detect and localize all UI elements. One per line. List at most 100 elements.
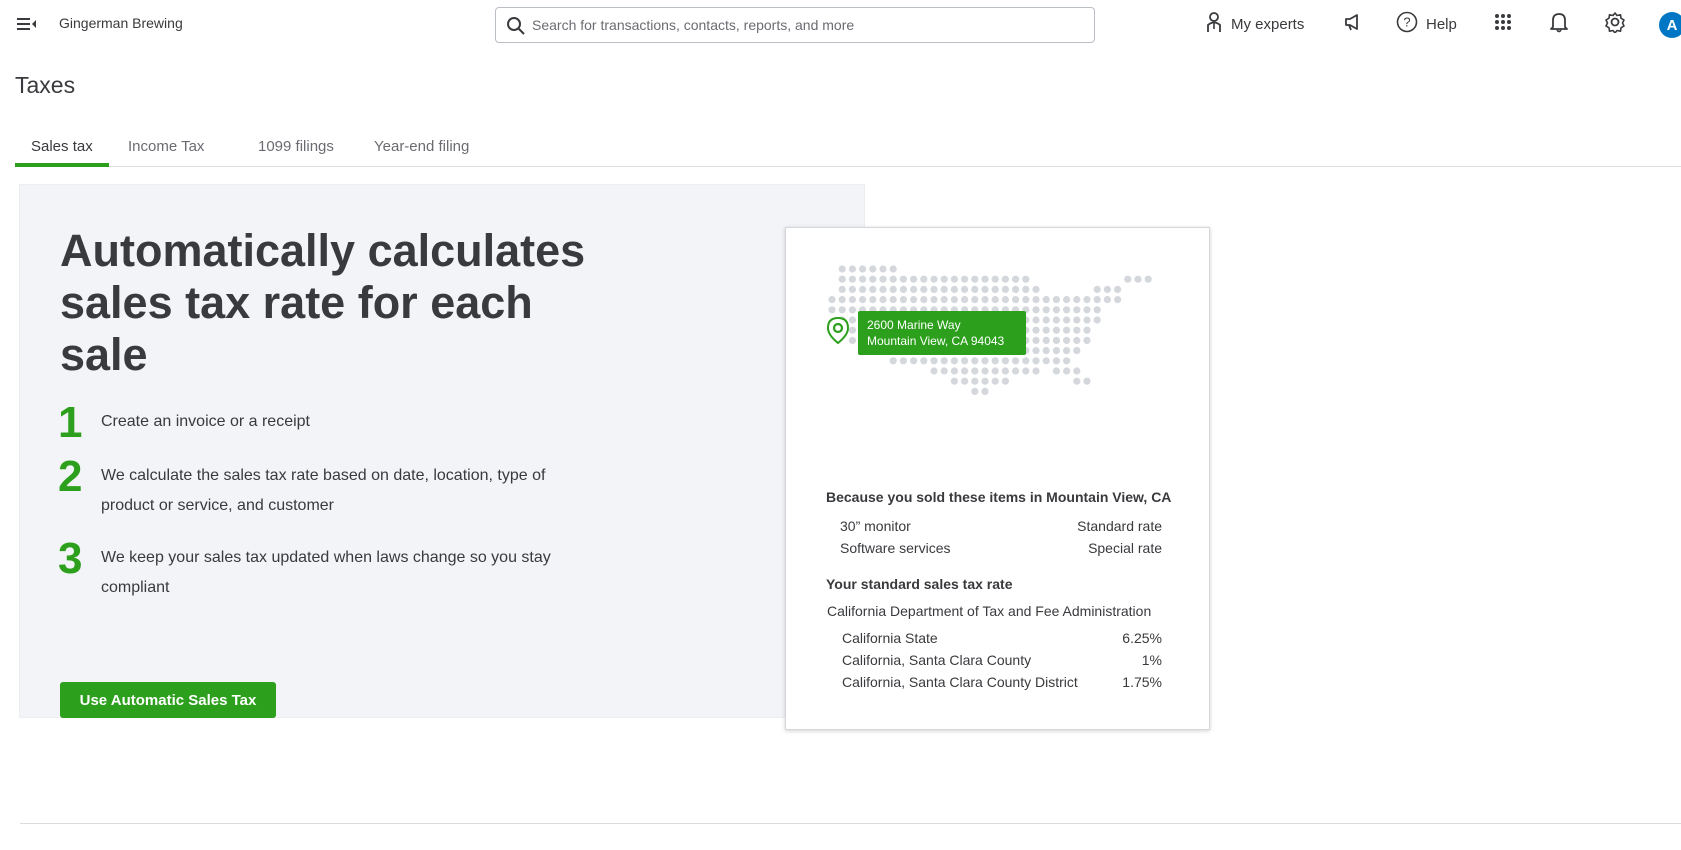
megaphone-icon [1343,12,1363,36]
tab-year-end-filing[interactable]: Year-end filing [358,138,485,167]
map-dot [838,275,846,283]
my-experts-button[interactable]: My experts [1205,10,1304,38]
map-dot [1042,296,1050,304]
tab-1099-filings[interactable]: 1099 filings [242,138,350,167]
map-dot [1093,306,1101,314]
map-dot [1032,326,1040,334]
map-dot [971,367,979,375]
map-dot [981,357,989,365]
step-3: 3 We keep your sales tax updated when la… [58,537,618,607]
map-dot [1063,357,1071,365]
step-number: 2 [58,452,83,501]
map-dot [1114,285,1122,293]
map-dot [950,296,958,304]
map-dot [848,285,856,293]
map-dot [848,275,856,283]
item-row: Software services Special rate [840,540,1162,560]
map-dot [1042,336,1050,344]
address-tag: 2600 Marine Way Mountain View, CA 94043 [858,311,1026,355]
map-dot [1001,377,1009,385]
map-dot [971,285,979,293]
standard-rate-heading: Your standard sales tax rate [826,576,1013,592]
help-label: Help [1426,15,1457,33]
use-automatic-sales-tax-button[interactable]: Use Automatic Sales Tax [60,682,276,718]
map-dot [899,296,907,304]
announcements-button[interactable] [1343,10,1363,38]
settings-button[interactable] [1604,10,1626,38]
map-dot [961,296,969,304]
bell-icon [1549,11,1569,37]
rate-value: 1% [1141,652,1162,668]
item-rate: Standard rate [1077,518,1162,534]
map-dot [1063,316,1071,324]
map-dot [848,306,856,314]
map-dot [930,275,938,283]
map-dot [1073,377,1081,385]
map-dot [859,285,867,293]
map-dot [1032,316,1040,324]
us-dot-map [828,265,1152,395]
map-dot [848,296,856,304]
map-dot [991,357,999,365]
search-input[interactable] [532,8,1082,42]
map-dot [1052,347,1060,355]
map-dot [971,357,979,365]
map-dot [899,357,907,365]
map-dot [828,296,836,304]
map-dot [1001,357,1009,365]
map-dot [920,296,928,304]
map-dot [950,377,958,385]
map-dot [1063,336,1071,344]
map-dot [1083,336,1091,344]
step-text: We keep your sales tax updated when laws… [101,549,551,596]
map-dot [910,285,918,293]
map-dot [1042,357,1050,365]
map-dot [1052,367,1060,375]
map-dot [1083,326,1091,334]
map-dot [920,285,928,293]
map-dot [910,275,918,283]
page-title: Taxes [15,72,76,98]
map-dot [991,275,999,283]
map-dot [1052,326,1060,334]
tab-sales-tax[interactable]: Sales tax [15,138,109,167]
map-dot [869,275,877,283]
help-button[interactable]: ? Help [1396,10,1457,38]
map-dot [1073,367,1081,375]
tab-income-tax[interactable]: Income Tax [112,138,220,167]
map-dot [1022,285,1030,293]
map-dot [1042,326,1050,334]
map-dot [991,377,999,385]
company-name[interactable]: Gingerman Brewing [59,15,183,31]
step-text: Create an invoice or a receipt [101,413,310,430]
step-number: 1 [58,398,83,447]
map-dot [1073,306,1081,314]
map-dot [981,367,989,375]
step-1: 1 Create an invoice or a receipt [58,401,618,451]
map-dot [910,357,918,365]
map-dot [1052,306,1060,314]
map-dot [950,285,958,293]
apps-button[interactable] [1494,10,1512,38]
map-dot [1012,296,1020,304]
map-dot [889,275,897,283]
avatar[interactable]: A [1659,12,1681,38]
map-dot [1032,367,1040,375]
menu-icon[interactable] [16,14,38,34]
map-dot [940,285,948,293]
rate-row: California State 6.25% [842,630,1162,650]
map-dot [1103,296,1111,304]
step-number: 3 [58,534,83,583]
search-box[interactable] [495,7,1095,43]
map-dot [838,265,846,273]
sales-tax-example-card: 2600 Marine Way Mountain View, CA 94043 … [785,227,1210,730]
map-dot [1103,285,1111,293]
map-dot [1052,316,1060,324]
map-dot [1063,296,1071,304]
map-dot [920,275,928,283]
item-row: 30” monitor Standard rate [840,518,1162,538]
map-dot [971,275,979,283]
sales-tax-promo-panel: Automatically calculates sales tax rate … [19,184,865,718]
notifications-button[interactable] [1549,10,1569,38]
map-dot [889,357,897,365]
